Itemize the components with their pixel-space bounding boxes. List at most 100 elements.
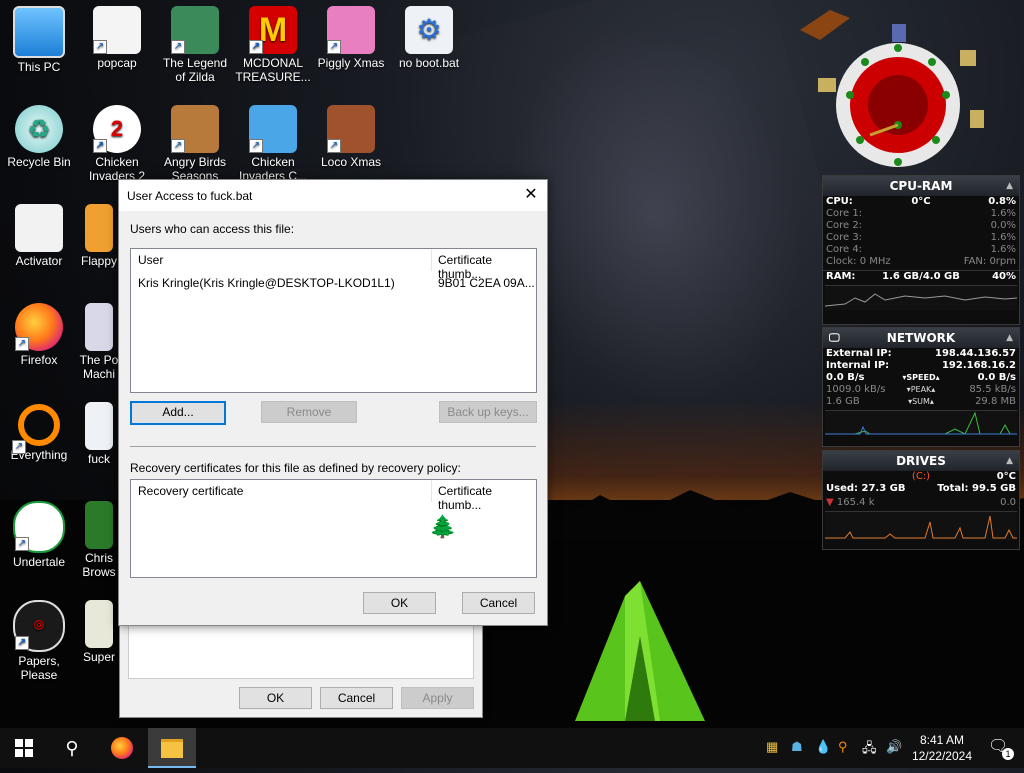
icon-label: Firefox (20, 353, 58, 367)
this-pc-icon[interactable]: This PC (1, 2, 77, 74)
users-label: Users who can access this file: (130, 222, 295, 236)
user-column-header[interactable]: User (138, 253, 163, 267)
tray-people-icon[interactable]: ☗ (791, 739, 803, 755)
chris-brows-icon[interactable]: Chris Brows (79, 497, 119, 579)
column-divider[interactable] (431, 249, 432, 271)
no-boot-bat-icon[interactable]: ⚙ no boot.bat (391, 2, 467, 70)
user-cell: Kris Kringle(Kris Kringle@DESKTOP-LKOD1L… (138, 276, 395, 290)
drive-letter: (C:) (911, 471, 931, 482)
remove-button[interactable]: Remove (261, 401, 357, 423)
external-ip-row: External IP: 198.44.136.57 (823, 348, 1019, 360)
recovery-list[interactable]: Recovery certificate Certificate thumb..… (130, 479, 537, 578)
tray-drop-icon[interactable]: 💧 (815, 739, 831, 755)
ok-button[interactable]: OK (363, 592, 436, 614)
mcdonal-treasure-icon[interactable]: M ↗ MCDONAL TREASURE... (235, 2, 311, 84)
drives-gadget[interactable]: DRIVES ▲ (C:) 0°C Used: 27.3 GB Total: 99.5… (822, 450, 1020, 550)
ram-pct: 40% (992, 271, 1016, 282)
core-row: Core 2: 0.0% (823, 220, 1019, 232)
icon-label: fuck (87, 452, 110, 466)
icon-label: Piggly Xmas (317, 56, 385, 70)
taskbar-clock[interactable]: 8:41 AM 12/22/2024 (912, 732, 972, 764)
notification-icon[interactable]: 🗨 1 (988, 736, 1014, 760)
icon-label: Undertale (12, 555, 66, 569)
clock-date: 12/22/2024 (911, 749, 972, 763)
collapse-icon[interactable]: ▲ (1006, 328, 1013, 348)
firefox-icon[interactable]: ↗ Firefox (1, 299, 77, 367)
recovery-label: Recovery certificates for this file as d… (130, 461, 461, 475)
cpu-row: CPU: 0°C 0.8% (823, 196, 1019, 208)
network-icon[interactable]: 🖧 (862, 739, 877, 761)
popcap-folder-icon[interactable]: ↗ popcap (79, 2, 155, 70)
icon-label: Chris Brows (82, 551, 116, 579)
collapse-icon[interactable]: ▲ (1006, 451, 1013, 471)
everything-icon[interactable]: ↗ Everything (1, 398, 77, 462)
search-icon[interactable]: ⚲ (48, 728, 96, 768)
core-value: 1.6% (990, 208, 1016, 219)
recycle-bin-icon[interactable]: ♻ Recycle Bin (1, 101, 77, 169)
christmas-clock-gadget[interactable] (780, 0, 1010, 170)
peak-label-text: PEAK (910, 385, 932, 394)
collapse-icon[interactable]: ▲ (1006, 176, 1013, 196)
icon-label: Flappy (80, 254, 118, 268)
monitor-icon: 🖵 (829, 331, 840, 344)
papers-please-icon[interactable]: ◎ ↗ Papers, Please (1, 596, 77, 682)
users-list[interactable]: User Certificate thumb... Kris Kringle(K… (130, 248, 537, 393)
flappy-icon[interactable]: Flappy (79, 200, 119, 268)
properties-apply-button[interactable]: Apply (401, 687, 474, 709)
network-gadget[interactable]: NETWORK ▲ 🖵 External IP: 198.44.136.57 Inte… (822, 327, 1020, 447)
core-row: Core 3: 1.6% (823, 232, 1019, 244)
close-icon[interactable]: ✕ (515, 180, 547, 211)
recovery-thumb-column-header[interactable]: Certificate thumb... (438, 484, 536, 512)
dialog-titlebar[interactable]: User Access to fuck.bat ✕ (119, 180, 547, 211)
super-icon[interactable]: Super (79, 596, 119, 664)
speed-label-text: SPEED (906, 373, 936, 382)
angry-birds-seasons-icon[interactable]: ↗ Angry Birds Seasons (157, 101, 233, 183)
fan-value: FAN: 0rpm (963, 256, 1016, 267)
the-po-machi-icon[interactable]: The Po Machi (79, 299, 119, 381)
cancel-button[interactable]: Cancel (462, 592, 535, 614)
clock-value: Clock: 0 MHz (826, 256, 891, 267)
icon-label: Loco Xmas (320, 155, 382, 169)
piggly-xmas-icon[interactable]: ↗ Piggly Xmas (313, 2, 389, 70)
divider (130, 446, 536, 447)
firefox-taskbar-icon[interactable] (98, 728, 146, 768)
volume-icon[interactable]: 🔊 (886, 739, 902, 755)
internal-ip-value: 192.168.16.2 (941, 360, 1016, 371)
recovery-column-header[interactable]: Recovery certificate (138, 484, 243, 498)
taskbar: ⚲ ▦ ☗ 💧 ⚲ 🖧 🔊 8:41 AM 12/22/2024 🗨 1 (0, 728, 1024, 768)
icon-label: The Po Machi (79, 353, 119, 381)
file-explorer-taskbar-icon[interactable] (148, 728, 196, 768)
chicken-invaders-2-icon[interactable]: 2 ↗ Chicken Invaders 2 (79, 101, 155, 183)
properties-ok-button[interactable]: OK (239, 687, 312, 709)
icon-label: Recycle Bin (7, 155, 71, 169)
properties-cancel-button[interactable]: Cancel (320, 687, 393, 709)
fuck-bat-icon[interactable]: fuck (79, 398, 119, 466)
ram-row: RAM: 1.6 GB/4.0 GB 40% (823, 270, 1019, 283)
internal-ip-row: Internal IP: 192.168.16.2 (823, 360, 1019, 372)
drive-total: Total: 99.5 GB (937, 483, 1016, 494)
notification-badge: 1 (1002, 748, 1014, 760)
legend-of-zilda-icon[interactable]: ↗ The Legend of Zilda (157, 2, 233, 84)
ram-graph (824, 285, 1018, 310)
cpu-ram-gadget[interactable]: CPU-RAM ▲ CPU: 0°C 0.8% Core 1: 1.6% Core … (822, 175, 1020, 325)
tray-app-icon[interactable]: ▦ (766, 739, 778, 755)
start-button[interactable] (0, 728, 48, 768)
peak-row: 1009.0 kB/s ▾PEAK▴ 85.5 kB/s (823, 384, 1019, 396)
tree-cursor-icon: 🌲 (429, 514, 457, 539)
icon-label: Super (82, 650, 116, 664)
add-button[interactable]: Add... (130, 401, 226, 425)
backup-keys-button[interactable]: Back up keys... (439, 401, 537, 423)
icon-label: MCDONAL TREASURE... (235, 56, 311, 84)
ram-used: 1.6 GB/4.0 GB (882, 271, 960, 282)
icon-label: This PC (17, 60, 61, 74)
undertale-icon[interactable]: ↗ Undertale (1, 497, 77, 569)
core-label: Core 3: (826, 232, 863, 243)
loco-xmas-icon[interactable]: ↗ Loco Xmas (313, 101, 389, 169)
read-icon: ▼ (826, 497, 834, 508)
tray-everything-icon[interactable]: ⚲ (838, 739, 848, 755)
column-divider[interactable] (431, 480, 432, 502)
drives-title-text: DRIVES (896, 454, 946, 468)
chicken-invaders-c-icon[interactable]: ↗ Chicken Invaders C... (235, 101, 311, 183)
activator-icon[interactable]: Activator (1, 200, 77, 268)
icon-label: The Legend of Zilda (162, 56, 228, 84)
